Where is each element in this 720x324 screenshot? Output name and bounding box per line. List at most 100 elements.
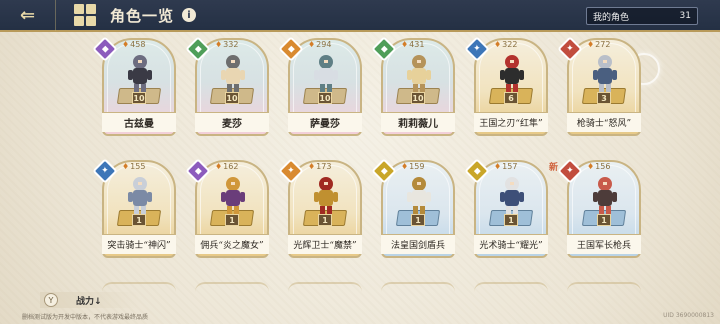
character-sprite: [593, 177, 617, 216]
level-badge: 1: [411, 214, 425, 226]
level-badge: 10: [318, 92, 332, 104]
power-number: 431: [409, 40, 425, 49]
next-row-card: [381, 282, 455, 292]
character-name: 法皇国剑盾兵: [381, 234, 455, 254]
character-card[interactable]: ✦ ♦ 322 6 王国之刃“红隼”: [464, 36, 550, 138]
character-sprite: [407, 177, 431, 216]
power-value: ♦ 272: [587, 40, 610, 49]
character-card[interactable]: ◆ ♦ 294 10 萨曼莎: [278, 36, 364, 138]
character-name: 佣兵“炎之魔女”: [195, 234, 269, 254]
back-button[interactable]: ⇐: [0, 0, 56, 31]
character-name: 突击骑士“神闪”: [102, 234, 176, 254]
next-row-card: [195, 282, 269, 292]
character-name: 莉莉薇儿: [381, 112, 455, 132]
character-card[interactable]: ✦ ♦ 156 1 王国军长枪兵: [557, 158, 643, 260]
my-characters-label: 我的角色: [593, 12, 630, 23]
next-row-card: [288, 282, 362, 292]
level-badge: 10: [132, 92, 146, 104]
flame-icon: ♦: [494, 40, 502, 49]
power-number: 294: [316, 40, 332, 49]
power-value: ♦ 162: [215, 162, 238, 171]
power-value: ♦ 332: [215, 40, 238, 49]
character-sprite: [128, 55, 152, 94]
character-sprite: [500, 55, 524, 94]
power-value: ♦ 458: [122, 40, 145, 49]
character-name: 王国军长枪兵: [567, 234, 641, 254]
character-card[interactable]: ◆ ♦ 458 10 古兹曼: [92, 36, 178, 138]
level-badge: 3: [597, 92, 611, 104]
level-badge: 10: [411, 92, 425, 104]
next-row-card: [474, 282, 548, 292]
character-card[interactable]: ◆ ♦ 431 10 莉莉薇儿: [371, 36, 457, 138]
character-name: 萨曼莎: [288, 112, 362, 132]
character-name: 古兹曼: [102, 112, 176, 132]
flame-icon: ♦: [308, 40, 316, 49]
disclaimer-text: 删档测试版为开发中版本，不代表游戏最终品质: [22, 314, 149, 321]
character-sprite: [407, 55, 431, 94]
character-card[interactable]: ✦ ♦ 173 1 光辉卫士“魔禁”: [278, 158, 364, 260]
power-value: ♦ 173: [308, 162, 331, 171]
flame-icon: ♦: [122, 162, 130, 171]
power-number: 332: [223, 40, 239, 49]
character-sprite: [221, 55, 245, 94]
character-name: 光辉卫士“魔禁”: [288, 234, 362, 254]
power-number: 157: [502, 162, 518, 171]
flame-icon: ♦: [401, 162, 409, 171]
power-value: ♦ 155: [122, 162, 145, 171]
flame-icon: ♦: [494, 162, 502, 171]
info-icon[interactable]: i: [182, 8, 197, 22]
flame-icon: ♦: [215, 40, 223, 49]
power-value: ♦ 431: [401, 40, 424, 49]
next-row-card: [102, 282, 176, 292]
sort-bar[interactable]: Y 战力↓: [40, 292, 140, 308]
level-badge: 10: [225, 92, 239, 104]
character-sprite: [314, 55, 338, 94]
character-name: 光术骑士“耀光”: [474, 234, 548, 254]
character-sprite: [593, 55, 617, 94]
character-card[interactable]: ✦ ♦ 272 3 枪骑士“怒风”: [557, 36, 643, 138]
power-number: 173: [316, 162, 332, 171]
level-badge: 6: [504, 92, 518, 104]
character-card[interactable]: ◆ ♦ 162 1 佣兵“炎之魔女”: [185, 158, 271, 260]
character-name: 王国之刃“红隼”: [474, 112, 548, 132]
power-number: 156: [595, 162, 611, 171]
uid-label: UID 3690000813: [663, 312, 714, 319]
character-card[interactable]: ◆ ♦ 159 1 法皇国剑盾兵: [371, 158, 457, 260]
power-number: 272: [595, 40, 611, 49]
my-characters-counter: 我的角色 31: [586, 7, 698, 25]
power-number: 155: [130, 162, 146, 171]
character-sprite: [314, 177, 338, 216]
sort-filter-icon[interactable]: Y: [44, 293, 58, 307]
character-card[interactable]: ◆ ♦ 157 1 光术骑士“耀光” 新: [464, 158, 558, 260]
power-number: 322: [502, 40, 518, 49]
power-value: ♦ 159: [401, 162, 424, 171]
character-sprite: [128, 177, 152, 216]
power-value: ♦ 157: [494, 162, 517, 171]
level-badge: 1: [597, 214, 611, 226]
level-badge: 1: [318, 214, 332, 226]
flame-icon: ♦: [587, 162, 595, 171]
top-bar: ⇐ 角色一览 i 我的角色 31: [0, 0, 720, 32]
power-value: ♦ 322: [494, 40, 517, 49]
character-card[interactable]: ✦ ♦ 155 1 突击骑士“神闪”: [92, 158, 178, 260]
sort-by-power-label[interactable]: 战力↓: [76, 294, 102, 307]
menu-grid-icon[interactable]: [74, 4, 96, 26]
flame-icon: ♦: [308, 162, 316, 171]
next-row-card: [567, 282, 641, 292]
level-badge: 1: [504, 214, 518, 226]
flame-icon: ♦: [401, 40, 409, 49]
character-name: 麦莎: [195, 112, 269, 132]
power-value: ♦ 156: [587, 162, 610, 171]
character-card[interactable]: ◆ ♦ 332 10 麦莎: [185, 36, 271, 138]
power-number: 458: [130, 40, 146, 49]
page-title: 角色一览: [110, 6, 175, 25]
character-sprite: [221, 177, 245, 216]
level-badge: 1: [132, 214, 146, 226]
new-badge: 新: [548, 163, 558, 173]
level-badge: 1: [225, 214, 239, 226]
character-sprite: [500, 177, 524, 216]
power-number: 159: [409, 162, 425, 171]
flame-icon: ♦: [587, 40, 595, 49]
character-name: 枪骑士“怒风”: [567, 112, 641, 132]
back-arrow-icon: ⇐: [19, 4, 36, 26]
